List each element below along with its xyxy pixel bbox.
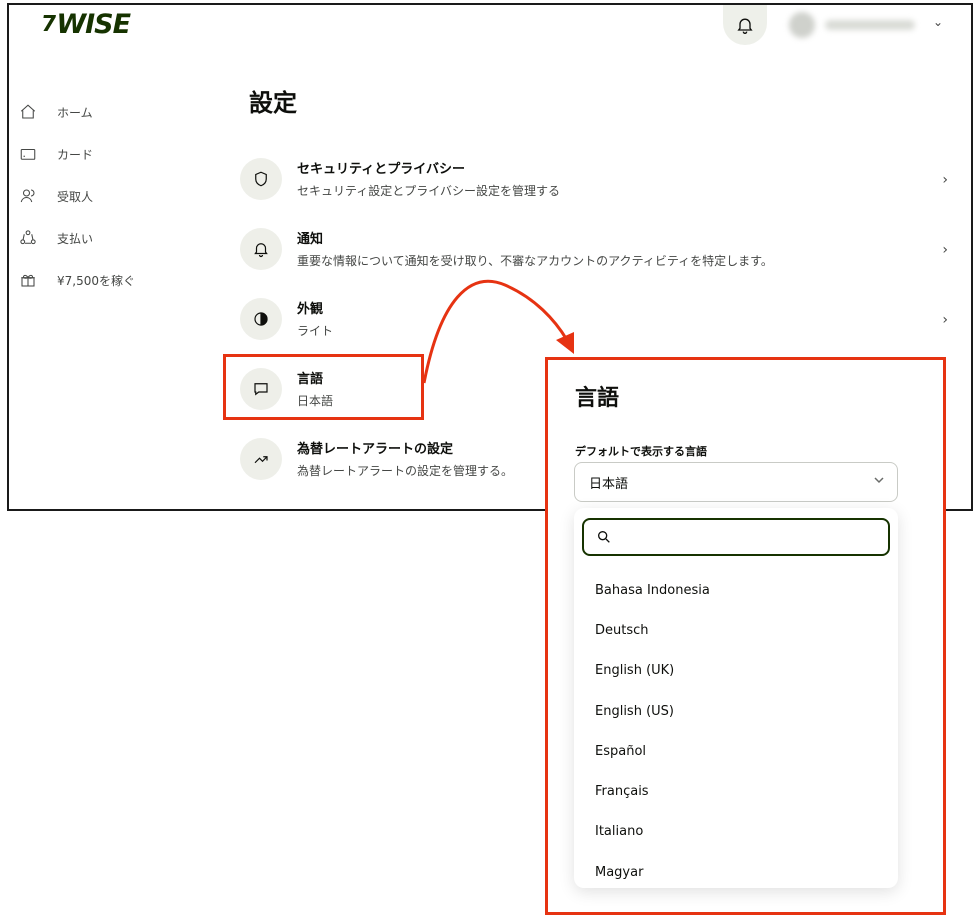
profile-menu[interactable] xyxy=(789,11,929,39)
language-option[interactable]: Italiano xyxy=(574,812,898,852)
language-option[interactable]: English (UK) xyxy=(574,651,898,691)
sidebar-item-payments[interactable]: 支払い xyxy=(15,217,215,259)
card-icon xyxy=(17,143,39,165)
search-icon xyxy=(598,531,610,543)
selected-language: 日本語 xyxy=(589,476,629,492)
chevron-down-icon[interactable]: ⌄ xyxy=(933,15,943,29)
avatar xyxy=(789,12,815,38)
language-option[interactable]: Français xyxy=(574,771,898,811)
chevron-right-icon: › xyxy=(942,312,948,328)
home-icon xyxy=(17,101,39,123)
language-option[interactable]: Magyar xyxy=(574,852,898,888)
gift-icon xyxy=(17,269,39,291)
sidebar-item-label: 支払い xyxy=(57,231,94,246)
chevron-right-icon: › xyxy=(942,172,948,188)
bell-icon xyxy=(240,228,282,270)
sidebar-item-home[interactable]: ホーム xyxy=(15,91,215,133)
trend-icon xyxy=(240,438,282,480)
sidebar-item-recipients[interactable]: 受取人 xyxy=(15,175,215,217)
settings-item-title: 通知 xyxy=(297,232,324,247)
wise-logo-mark: 7 xyxy=(39,12,58,37)
sidebar-item-card[interactable]: カード xyxy=(15,133,215,175)
profile-name-blurred xyxy=(825,20,915,30)
settings-item-security[interactable]: セキュリティとプライバシー セキュリティ設定とプライバシー設定を管理する › xyxy=(238,154,948,224)
settings-item-subtitle: セキュリティ設定とプライバシー設定を管理する xyxy=(297,184,561,198)
language-dropdown: Bahasa Indonesia Deutsch English (UK) En… xyxy=(574,508,898,888)
panel-title: 言語 xyxy=(575,386,620,411)
settings-item-subtitle: 重要な情報について通知を受け取り、不審なアカウントのアクティビティを特定します。 xyxy=(297,254,773,268)
field-label: デフォルトで表示する言語 xyxy=(575,445,707,458)
shield-icon xyxy=(240,158,282,200)
page-background xyxy=(7,511,547,920)
language-select[interactable]: 日本語 xyxy=(574,462,898,502)
recipients-icon xyxy=(17,185,39,207)
language-option[interactable]: Bahasa Indonesia xyxy=(574,570,898,610)
payments-icon xyxy=(17,227,39,249)
contrast-icon xyxy=(240,298,282,340)
chevron-down-icon xyxy=(873,474,885,490)
chevron-right-icon: › xyxy=(942,242,948,258)
settings-item-title: セキュリティとプライバシー xyxy=(297,162,465,177)
sidebar-item-label: ホーム xyxy=(57,105,93,120)
sidebar-item-label: ¥7,500を稼ぐ xyxy=(57,273,135,288)
search-input[interactable] xyxy=(582,518,890,556)
sidebar-item-earn[interactable]: ¥7,500を稼ぐ xyxy=(15,259,215,301)
sidebar-item-label: カード xyxy=(57,147,94,162)
bell-icon xyxy=(737,18,753,34)
language-panel: 言語 デフォルトで表示する言語 日本語 Bahasa Indonesia Deu… xyxy=(545,357,946,915)
settings-item-title: 外観 xyxy=(297,302,324,317)
highlight-box xyxy=(223,354,424,420)
settings-item-subtitle: 為替レートアラートの設定を管理する。 xyxy=(297,464,514,478)
language-option[interactable]: English (US) xyxy=(574,691,898,731)
language-option[interactable]: Español xyxy=(574,731,898,771)
notifications-button[interactable] xyxy=(723,5,767,45)
settings-item-notifications[interactable]: 通知 重要な情報について通知を受け取り、不審なアカウントのアクティビティを特定し… xyxy=(238,224,948,294)
sidebar-item-label: 受取人 xyxy=(57,189,94,204)
settings-item-title: 為替レートアラートの設定 xyxy=(297,442,454,457)
language-option[interactable]: Deutsch xyxy=(574,610,898,650)
wise-logo[interactable]: 7 WISE xyxy=(39,9,131,40)
settings-item-subtitle: ライト xyxy=(297,324,334,338)
wise-logo-text: WISE xyxy=(56,9,131,40)
sidebar: ホーム カード 受取人 支払い ¥7,500を稼ぐ xyxy=(15,91,215,301)
language-options: Bahasa Indonesia Deutsch English (UK) En… xyxy=(574,570,898,888)
page-title: 設定 xyxy=(249,89,297,117)
